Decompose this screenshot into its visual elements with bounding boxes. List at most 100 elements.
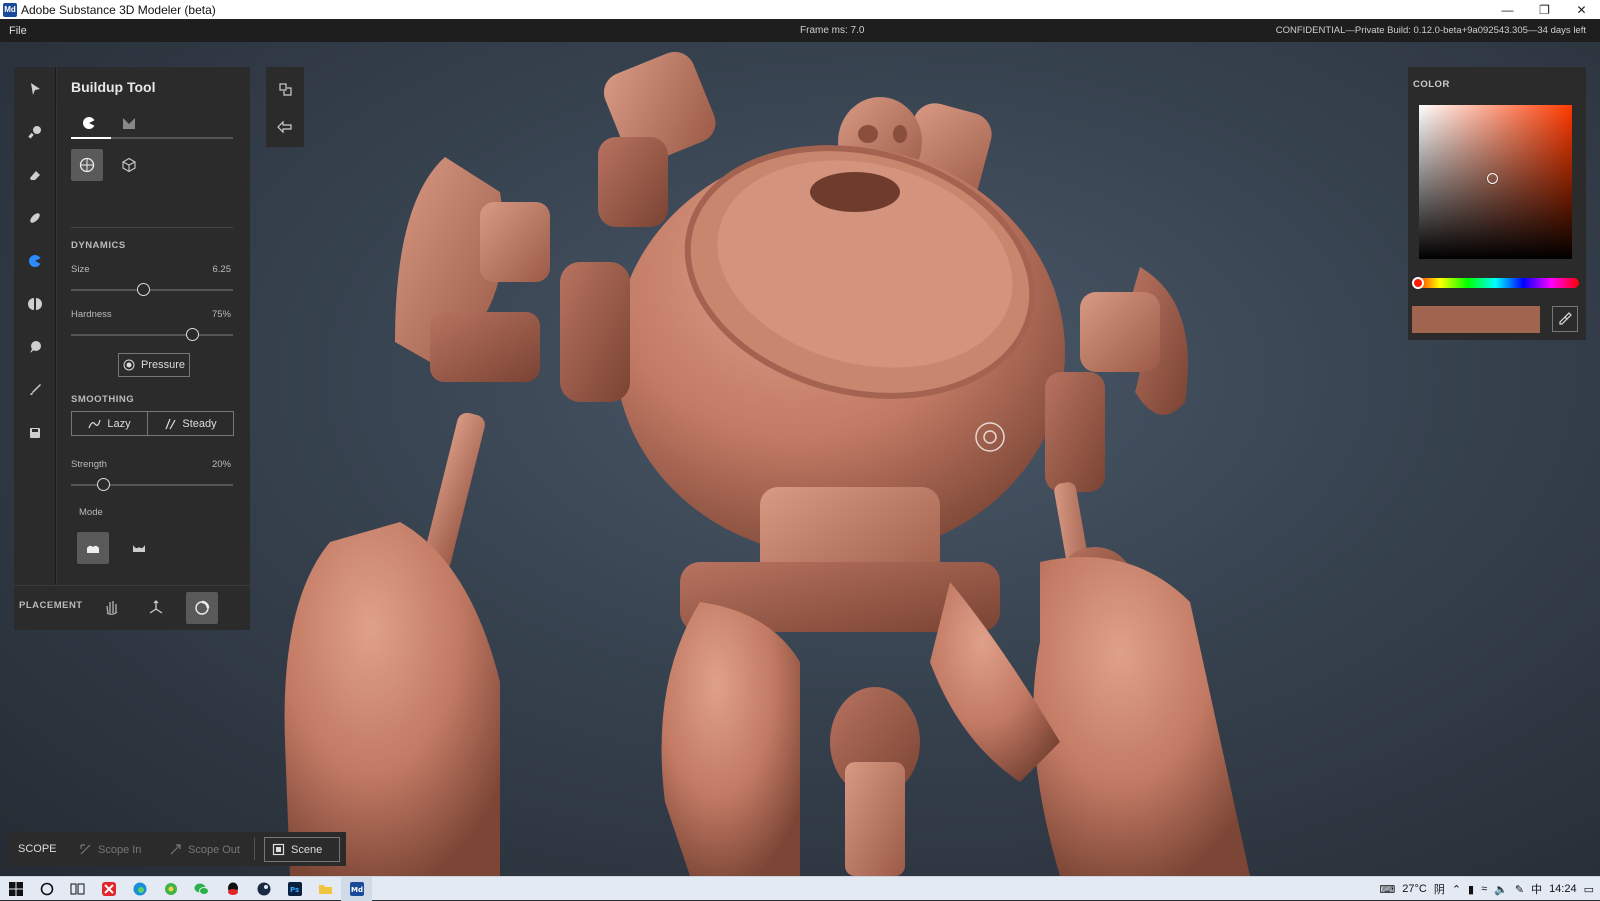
hardness-value: 75% bbox=[211, 309, 231, 320]
smoothing-section-label: SMOOTHING bbox=[71, 394, 135, 405]
scope-in-button[interactable]: Scope In bbox=[72, 837, 148, 862]
volume-icon[interactable]: 🔈 bbox=[1494, 883, 1508, 896]
task-view-icon[interactable] bbox=[62, 877, 93, 901]
strength-label: Strength bbox=[71, 459, 107, 470]
scene-button[interactable]: Scene bbox=[264, 837, 340, 862]
color-panel: COLOR bbox=[1408, 67, 1586, 340]
inflate-tool-icon[interactable] bbox=[14, 325, 56, 368]
tab-active-indicator bbox=[71, 137, 111, 139]
hue-slider[interactable] bbox=[1412, 277, 1579, 289]
smooth-tool-icon[interactable] bbox=[14, 196, 56, 239]
scope-out-icon bbox=[170, 844, 181, 855]
size-value: 6.25 bbox=[212, 264, 232, 275]
restore-button[interactable]: ❐ bbox=[1526, 0, 1563, 19]
steady-button[interactable]: Steady bbox=[147, 411, 234, 436]
notification-icon[interactable]: ▭ bbox=[1584, 883, 1594, 896]
undo-view-icon[interactable] bbox=[266, 109, 304, 145]
keyboard-icon[interactable]: ⌨ bbox=[1379, 883, 1395, 896]
placement-panel: PLACEMENT bbox=[14, 585, 250, 630]
menu-bar: File Frame ms: 7.0 CONFIDENTIAL—Private … bbox=[0, 19, 1600, 42]
title-bar: Md Adobe Substance 3D Modeler (beta) — ❐… bbox=[0, 0, 1600, 19]
clay-brush-tool-icon[interactable] bbox=[14, 110, 56, 153]
steam-icon[interactable] bbox=[248, 877, 279, 901]
windows-start-icon[interactable] bbox=[0, 877, 31, 901]
tab-brush-settings-icon[interactable] bbox=[77, 111, 101, 135]
steady-icon bbox=[165, 418, 176, 429]
window-title: Adobe Substance 3D Modeler (beta) bbox=[21, 2, 216, 17]
strength-value: 20% bbox=[211, 459, 231, 470]
scope-out-label: Scope Out bbox=[188, 843, 240, 856]
tool-settings-panel: Buildup Tool DYNAMICS Size 6.25 Hardness… bbox=[57, 67, 250, 585]
green-app-icon[interactable] bbox=[155, 877, 186, 901]
modeler-taskbar-icon[interactable]: Md bbox=[341, 876, 372, 901]
input-method-indicator[interactable]: 中 bbox=[1531, 881, 1542, 897]
wps-app-icon[interactable] bbox=[93, 877, 124, 901]
scene-label: Scene bbox=[291, 843, 323, 856]
lazy-label: Lazy bbox=[107, 417, 131, 430]
menu-file[interactable]: File bbox=[0, 25, 36, 37]
buildup-tool-icon[interactable] bbox=[14, 239, 56, 282]
scope-out-button[interactable]: Scope Out bbox=[162, 837, 247, 862]
size-slider[interactable] bbox=[71, 289, 233, 291]
svg-text:Ps: Ps bbox=[290, 886, 299, 894]
saturation-value-picker[interactable] bbox=[1419, 105, 1572, 259]
search-icon[interactable] bbox=[31, 877, 62, 901]
temperature[interactable]: 27°C bbox=[1402, 883, 1427, 895]
wifi-icon[interactable]: ≈ bbox=[1481, 883, 1487, 895]
divider bbox=[71, 227, 233, 228]
placement-surface-icon[interactable] bbox=[186, 592, 218, 624]
save-tool-icon[interactable] bbox=[14, 411, 56, 454]
color-panel-label: COLOR bbox=[1413, 79, 1450, 90]
mode-subtract-icon[interactable] bbox=[123, 532, 155, 564]
brush-shape-cube-icon[interactable] bbox=[113, 149, 145, 181]
wechat-icon[interactable] bbox=[186, 877, 217, 901]
svg-text:Md: Md bbox=[351, 886, 363, 894]
minimize-button[interactable]: — bbox=[1489, 0, 1526, 19]
strength-slider-knob[interactable] bbox=[96, 478, 110, 491]
hardness-slider-knob[interactable] bbox=[186, 328, 199, 341]
placement-axis-icon[interactable] bbox=[142, 592, 170, 622]
scope-in-label: Scope In bbox=[98, 843, 142, 856]
chevron-up-icon[interactable]: ⌃ bbox=[1452, 883, 1461, 896]
scope-label: SCOPE bbox=[18, 843, 57, 855]
frame-selection-icon[interactable] bbox=[266, 71, 304, 107]
tool-title: Buildup Tool bbox=[71, 79, 156, 95]
strength-slider[interactable] bbox=[71, 484, 233, 486]
placement-hand-icon[interactable] bbox=[98, 592, 126, 622]
symmetry-tool-icon[interactable] bbox=[14, 282, 56, 325]
select-tool-icon[interactable] bbox=[14, 67, 56, 110]
app-icon: Md bbox=[3, 2, 17, 17]
edge-browser-icon[interactable] bbox=[124, 877, 155, 901]
battery-icon[interactable]: ▮ bbox=[1468, 883, 1474, 896]
pressure-button[interactable]: Pressure bbox=[118, 353, 190, 377]
close-button[interactable]: ✕ bbox=[1563, 0, 1600, 19]
paint-tool-icon[interactable] bbox=[14, 368, 56, 411]
mode-label: Mode bbox=[79, 507, 103, 518]
tab-material-icon[interactable] bbox=[117, 111, 141, 135]
saturation-value-cursor[interactable] bbox=[1487, 173, 1498, 184]
lazy-icon bbox=[88, 419, 101, 428]
system-tray: ⌨ 27°C 阴 ⌃ ▮ ≈ 🔈 ✎ 中 14:24 ▭ bbox=[1379, 877, 1600, 901]
hue-slider-knob[interactable] bbox=[1412, 277, 1424, 289]
scene-icon bbox=[272, 843, 285, 856]
frame-time-readout: Frame ms: 7.0 bbox=[800, 25, 865, 36]
hardness-slider[interactable] bbox=[71, 334, 233, 336]
erase-tool-icon[interactable] bbox=[14, 153, 56, 196]
qq-icon[interactable] bbox=[217, 877, 248, 901]
photoshop-icon[interactable]: Ps bbox=[279, 877, 310, 901]
pressure-icon bbox=[123, 359, 135, 371]
clock[interactable]: 14:24 bbox=[1549, 883, 1577, 895]
eyedropper-icon[interactable] bbox=[1552, 306, 1578, 332]
hardness-label: Hardness bbox=[71, 309, 112, 320]
pen-icon[interactable]: ✎ bbox=[1515, 883, 1524, 896]
mode-add-icon[interactable] bbox=[77, 532, 109, 564]
scope-in-icon bbox=[80, 844, 91, 855]
tool-strip bbox=[14, 67, 56, 585]
size-slider-knob[interactable] bbox=[137, 283, 151, 296]
file-explorer-icon[interactable] bbox=[310, 877, 341, 901]
current-color-swatch[interactable] bbox=[1412, 306, 1540, 333]
lazy-button[interactable]: Lazy bbox=[71, 411, 148, 436]
dynamics-section-label: DYNAMICS bbox=[71, 240, 126, 251]
brush-shape-sphere-icon[interactable] bbox=[71, 149, 103, 181]
weather-text: 阴 bbox=[1433, 884, 1445, 896]
